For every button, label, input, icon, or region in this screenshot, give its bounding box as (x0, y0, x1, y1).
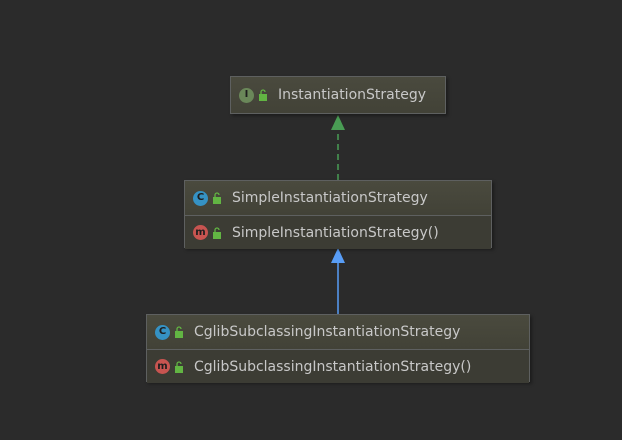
node-header[interactable]: C SimpleInstantiationStrategy (185, 181, 491, 215)
method-row[interactable]: m SimpleInstantiationStrategy() (185, 215, 491, 249)
node-name: SimpleInstantiationStrategy (232, 190, 428, 206)
method-icon: m (155, 359, 170, 374)
public-lock-icon (213, 192, 221, 204)
method-row[interactable]: m CglibSubclassingInstantiationStrategy(… (147, 349, 529, 383)
public-lock-icon (259, 89, 267, 101)
method-name: SimpleInstantiationStrategy() (232, 224, 439, 241)
class-icon: C (193, 190, 208, 206)
public-lock-icon (175, 326, 183, 338)
method-icon: m (193, 225, 208, 240)
node-cglib-subclassing-instantiation-strategy[interactable]: C CglibSubclassingInstantiationStrategy … (146, 314, 530, 383)
interface-icon: I (239, 87, 254, 103)
uml-diagram-canvas: I InstantiationStrategy C SimpleInstanti… (0, 0, 622, 440)
node-header[interactable]: C CglibSubclassingInstantiationStrategy (147, 315, 529, 349)
class-icon: C (155, 324, 170, 340)
node-instantiation-strategy[interactable]: I InstantiationStrategy (230, 76, 446, 114)
public-lock-icon (213, 226, 221, 239)
node-name: InstantiationStrategy (278, 87, 426, 103)
implements-arrowhead (331, 115, 345, 130)
public-lock-icon (175, 360, 183, 373)
node-name: CglibSubclassingInstantiationStrategy (194, 324, 461, 340)
extends-arrowhead (331, 248, 345, 263)
node-simple-instantiation-strategy[interactable]: C SimpleInstantiationStrategy m SimpleIn… (184, 180, 492, 249)
node-header[interactable]: I InstantiationStrategy (231, 77, 445, 113)
method-name: CglibSubclassingInstantiationStrategy() (194, 358, 472, 375)
